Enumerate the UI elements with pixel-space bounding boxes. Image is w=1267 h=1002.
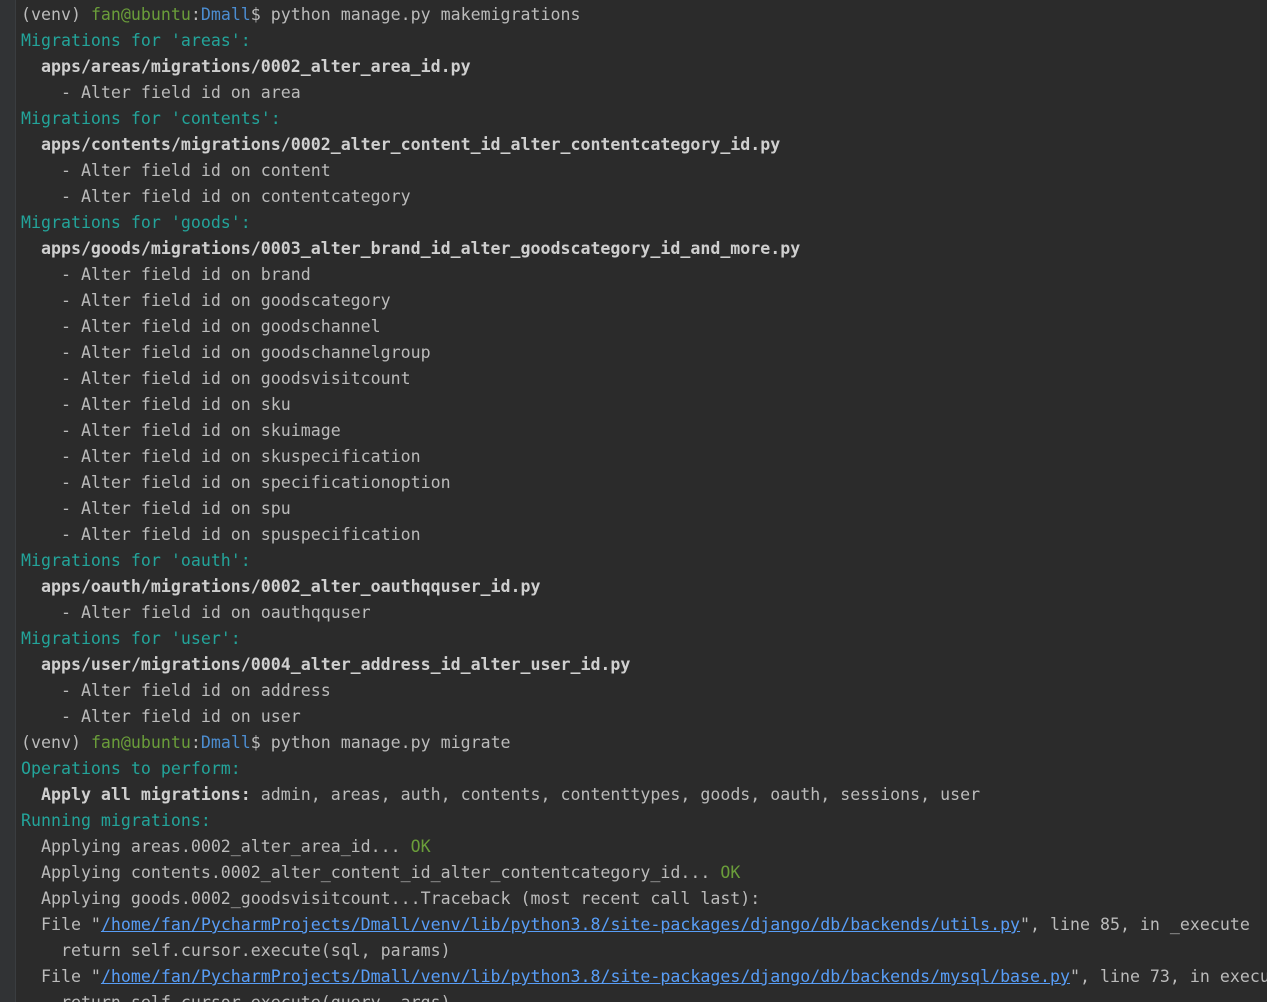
terminal-text: File " xyxy=(21,967,101,986)
ok-status: OK xyxy=(720,863,741,882)
terminal-line: - Alter field id on address xyxy=(21,678,1267,704)
terminal-line: - Alter field id on brand xyxy=(21,262,1267,288)
terminal-line: - Alter field id on spuspecification xyxy=(21,522,1267,548)
migration-file-path: apps/goods/migrations/0003_alter_brand_i… xyxy=(21,239,801,258)
terminal-text: Applying contents.0002_alter_content_id_… xyxy=(21,863,721,882)
terminal-text: - Alter field id on address xyxy=(21,681,331,700)
prompt-user-host: fan@ubuntu xyxy=(90,733,191,752)
terminal-text: $ python manage.py migrate xyxy=(250,733,511,752)
terminal-text: $ python manage.py makemigrations xyxy=(250,5,581,24)
terminal-text: - Alter field id on specificationoption xyxy=(21,473,451,492)
terminal-text: Applying goods.0002_goodsvisitcount...Tr… xyxy=(21,889,761,908)
migration-file-path: apps/user/migrations/0004_alter_address_… xyxy=(21,655,631,674)
terminal-text: - Alter field id on goodsvisitcount xyxy=(21,369,411,388)
migration-file-path: Apply all migrations: xyxy=(21,785,251,804)
prompt-user-host: fan@ubuntu xyxy=(90,5,191,24)
terminal-text: ", line 85, in _execute xyxy=(1020,915,1250,934)
terminal-line: Applying goods.0002_goodsvisitcount...Tr… xyxy=(21,886,1267,912)
terminal-text: (venv) xyxy=(21,733,91,752)
terminal-line: Migrations for 'areas': xyxy=(21,28,1267,54)
terminal-line: - Alter field id on skuspecification xyxy=(21,444,1267,470)
terminal-text: - Alter field id on skuspecification xyxy=(21,447,421,466)
terminal-line: - Alter field id on specificationoption xyxy=(21,470,1267,496)
terminal-gutter xyxy=(0,0,16,1002)
terminal-line: - Alter field id on sku xyxy=(21,392,1267,418)
terminal-line: - Alter field id on content xyxy=(21,158,1267,184)
terminal-line: Running migrations: xyxy=(21,808,1267,834)
terminal-text: return self.cursor.execute(sql, params) xyxy=(21,941,451,960)
terminal-line: Operations to perform: xyxy=(21,756,1267,782)
terminal-text: - Alter field id on skuimage xyxy=(21,421,341,440)
terminal-text: - Alter field id on user xyxy=(21,707,301,726)
terminal-line: apps/goods/migrations/0003_alter_brand_i… xyxy=(21,236,1267,262)
terminal-line: - Alter field id on oauthqquser xyxy=(21,600,1267,626)
section-header: Migrations for 'oauth': xyxy=(21,551,251,570)
terminal-line: File "/home/fan/PycharmProjects/Dmall/ve… xyxy=(21,912,1267,938)
section-header: Migrations for 'areas': xyxy=(21,31,251,50)
migration-file-path: apps/oauth/migrations/0002_alter_oauthqq… xyxy=(21,577,541,596)
terminal-line: apps/oauth/migrations/0002_alter_oauthqq… xyxy=(21,574,1267,600)
terminal-line: - Alter field id on goodschannelgroup xyxy=(21,340,1267,366)
terminal-line: Migrations for 'oauth': xyxy=(21,548,1267,574)
prompt-directory: Dmall xyxy=(200,733,251,752)
terminal-line: (venv) fan@ubuntu:Dmall$ python manage.p… xyxy=(21,2,1267,28)
terminal-text: - Alter field id on goodschannelgroup xyxy=(21,343,431,362)
terminal-line: File "/home/fan/PycharmProjects/Dmall/ve… xyxy=(21,964,1267,990)
terminal-line: - Alter field id on area xyxy=(21,80,1267,106)
terminal-text: ", line 73, in execu xyxy=(1070,967,1267,986)
terminal-line: apps/contents/migrations/0002_alter_cont… xyxy=(21,132,1267,158)
section-header: Migrations for 'contents': xyxy=(21,109,281,128)
file-path-link[interactable]: /home/fan/PycharmProjects/Dmall/venv/lib… xyxy=(101,915,1020,934)
section-header: Migrations for 'user': xyxy=(21,629,241,648)
section-header: Operations to perform: xyxy=(21,759,241,778)
terminal-text: - Alter field id on contentcategory xyxy=(21,187,411,206)
terminal-window[interactable]: (venv) fan@ubuntu:Dmall$ python manage.p… xyxy=(0,0,1267,1002)
terminal-text: return self.cursor.execute(query, args) xyxy=(21,993,451,1002)
section-header: Running migrations: xyxy=(21,811,211,830)
terminal-text: - Alter field id on area xyxy=(21,83,301,102)
terminal-line: (venv) fan@ubuntu:Dmall$ python manage.p… xyxy=(21,730,1267,756)
terminal-line: return self.cursor.execute(sql, params) xyxy=(21,938,1267,964)
terminal-line: Migrations for 'goods': xyxy=(21,210,1267,236)
terminal-line: Applying areas.0002_alter_area_id... OK xyxy=(21,834,1267,860)
terminal-text: : xyxy=(190,733,201,752)
terminal-line: Apply all migrations: admin, areas, auth… xyxy=(21,782,1267,808)
terminal-text: - Alter field id on goodscategory xyxy=(21,291,391,310)
terminal-line: apps/areas/migrations/0002_alter_area_id… xyxy=(21,54,1267,80)
terminal-line: - Alter field id on goodscategory xyxy=(21,288,1267,314)
terminal-line: apps/user/migrations/0004_alter_address_… xyxy=(21,652,1267,678)
terminal-text: : xyxy=(190,5,201,24)
terminal-line: - Alter field id on goodsvisitcount xyxy=(21,366,1267,392)
terminal-text: - Alter field id on spuspecification xyxy=(21,525,421,544)
terminal-line: - Alter field id on goodschannel xyxy=(21,314,1267,340)
migration-file-path: apps/areas/migrations/0002_alter_area_id… xyxy=(21,57,471,76)
terminal-text: - Alter field id on spu xyxy=(21,499,291,518)
terminal-output: (venv) fan@ubuntu:Dmall$ python manage.p… xyxy=(21,2,1267,1002)
terminal-line: Applying contents.0002_alter_content_id_… xyxy=(21,860,1267,886)
terminal-text: File " xyxy=(21,915,101,934)
file-path-link[interactable]: /home/fan/PycharmProjects/Dmall/venv/lib… xyxy=(101,967,1070,986)
terminal-text: - Alter field id on goodschannel xyxy=(21,317,381,336)
terminal-line: - Alter field id on skuimage xyxy=(21,418,1267,444)
terminal-line: - Alter field id on contentcategory xyxy=(21,184,1267,210)
prompt-directory: Dmall xyxy=(200,5,251,24)
terminal-text: admin, areas, auth, contents, contenttyp… xyxy=(250,785,981,804)
terminal-text: - Alter field id on sku xyxy=(21,395,291,414)
terminal-line: Migrations for 'user': xyxy=(21,626,1267,652)
terminal-text: Applying areas.0002_alter_area_id... xyxy=(21,837,411,856)
terminal-text: - Alter field id on brand xyxy=(21,265,311,284)
terminal-text: - Alter field id on content xyxy=(21,161,331,180)
migration-file-path: apps/contents/migrations/0002_alter_cont… xyxy=(21,135,781,154)
terminal-text: - Alter field id on oauthqquser xyxy=(21,603,371,622)
section-header: Migrations for 'goods': xyxy=(21,213,251,232)
ok-status: OK xyxy=(410,837,431,856)
terminal-line: - Alter field id on user xyxy=(21,704,1267,730)
terminal-text: (venv) xyxy=(21,5,91,24)
terminal-line: Migrations for 'contents': xyxy=(21,106,1267,132)
terminal-line: return self.cursor.execute(query, args) xyxy=(21,990,1267,1002)
terminal-line: - Alter field id on spu xyxy=(21,496,1267,522)
